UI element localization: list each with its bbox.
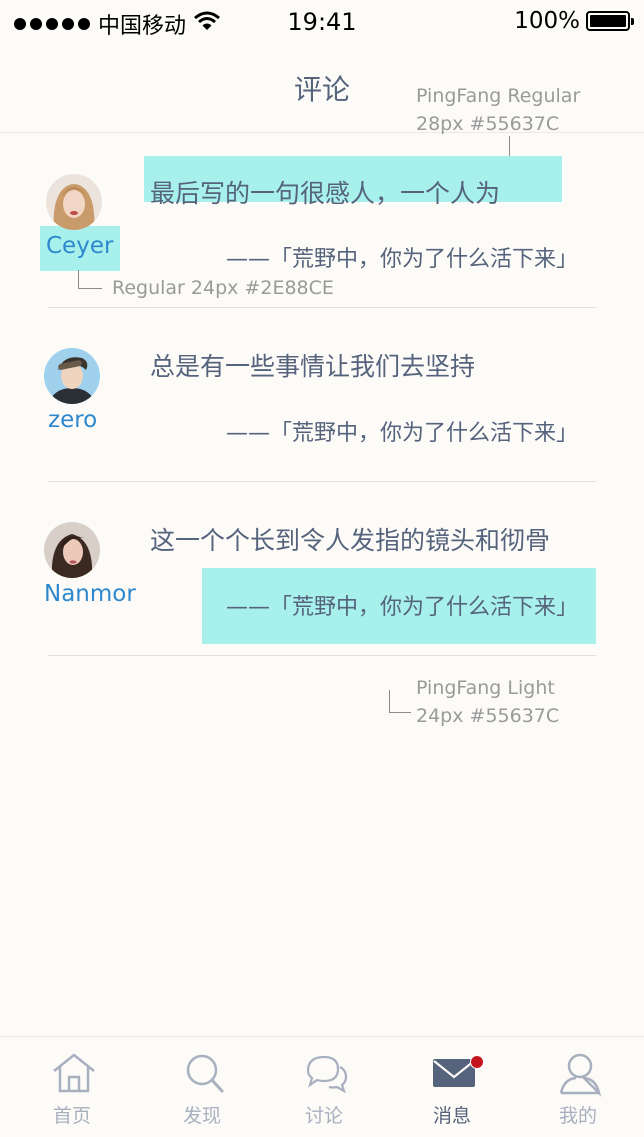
annotation-quote-font: PingFang Light [416,677,555,699]
search-icon [186,1054,224,1093]
annotation-leader-line [509,136,510,158]
tab-label: 我的 [558,1105,597,1127]
username[interactable]: Nanmor [44,581,136,607]
divider [48,481,596,482]
annotation-title-font: PingFang Regular [416,85,581,107]
tab-label: 发现 [182,1105,221,1127]
tab-messages[interactable]: 消息 [392,1037,512,1137]
notification-badge [470,1055,484,1069]
comment-quote: ——「荒野中，你为了什么活下来」 [226,595,579,620]
comment-text: 这一个个长到令人发指的镜头和彻骨 [150,526,551,555]
annotation-leader-line [389,712,411,713]
status-bar: 中国移动 19:41 100% [0,0,644,48]
tab-profile[interactable]: 我的 [518,1037,638,1137]
comment-quote: ——「荒野中，你为了什么活下来」 [226,247,579,272]
battery-percent: 100% [514,8,580,34]
divider [48,307,596,308]
avatar[interactable] [44,348,100,404]
tab-home[interactable]: 首页 [12,1037,132,1137]
comment-text: 最后写的一句很感人，一个人为 [150,179,501,208]
tab-label: 消息 [432,1105,471,1127]
username[interactable]: Ceyer [46,233,113,259]
username[interactable]: zero [48,407,97,433]
divider [48,655,596,656]
tab-label: 讨论 [304,1105,343,1127]
user-icon [559,1053,602,1097]
mail-icon [433,1059,475,1087]
annotation-leader-line [389,690,390,712]
tab-bar: 首页 发现 讨论 消息 我的 [0,1036,644,1137]
comment-text: 总是有一些事情让我们去坚持 [150,352,476,381]
battery-area: 100% [514,8,634,34]
chat-bubbles-icon [306,1055,348,1094]
tab-discussion[interactable]: 讨论 [264,1037,384,1137]
home-icon [53,1053,95,1093]
annotation-leader-line [78,270,79,288]
tab-discover[interactable]: 发现 [142,1037,262,1137]
annotation-leader-line [78,288,102,289]
annotation-quote-spec: 24px #55637C [416,705,560,727]
battery-icon [586,11,634,31]
avatar[interactable] [44,522,100,578]
avatar[interactable] [46,174,102,230]
tab-label: 首页 [52,1105,91,1127]
comment-quote: ——「荒野中，你为了什么活下来」 [226,421,579,446]
annotation-username-spec: Regular 24px #2E88CE [112,277,334,299]
annotation-title-spec: 28px #55637C [416,113,560,135]
